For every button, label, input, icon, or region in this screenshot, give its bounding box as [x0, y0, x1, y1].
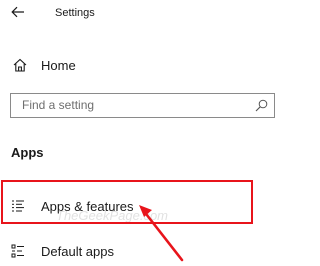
- nav-default-apps-label: Default apps: [41, 244, 114, 259]
- nav-home-label: Home: [41, 58, 76, 73]
- back-button[interactable]: [6, 2, 30, 22]
- home-icon: [13, 58, 27, 72]
- title-bar: Settings: [0, 0, 294, 28]
- search-box[interactable]: [10, 93, 275, 118]
- red-arrow-annotation: [139, 205, 184, 262]
- default-apps-icon: [11, 244, 24, 258]
- search-icon[interactable]: [255, 99, 268, 112]
- search-input[interactable]: [11, 94, 252, 116]
- section-header-apps: Apps: [11, 145, 44, 160]
- apps-features-list-icon: [12, 200, 24, 212]
- window-title: Settings: [55, 7, 95, 19]
- arrow-left-icon: [11, 6, 24, 18]
- nav-item-home[interactable]: Home: [0, 50, 280, 80]
